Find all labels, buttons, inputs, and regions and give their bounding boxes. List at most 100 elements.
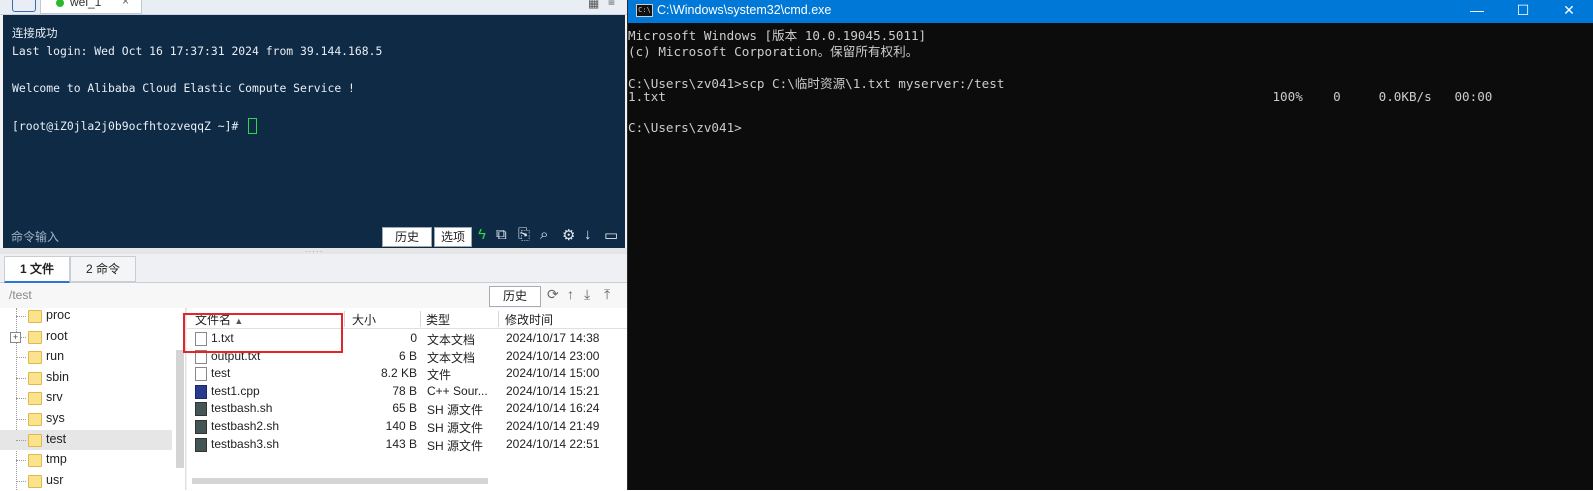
tree-item-label: sbin [46, 369, 69, 384]
file-name: testbash2.sh [211, 419, 280, 433]
tree-item-label: test [46, 431, 67, 446]
file-size: 8.2 KB [380, 366, 417, 381]
shell-file-icon [195, 402, 207, 417]
tree-scrollbar[interactable] [176, 350, 184, 468]
column-divider[interactable] [498, 311, 499, 327]
history-button[interactable]: 历史 [382, 227, 432, 247]
tab-commands[interactable]: 2 命令 [70, 256, 136, 282]
folder-icon [28, 474, 42, 488]
tree-item-label: usr [46, 472, 64, 487]
fullscreen-icon[interactable]: ▭ [604, 226, 618, 244]
tree-item[interactable]: + root [0, 327, 172, 347]
file-row[interactable]: test 8.2 KB 文件 2024/10/14 15:00 [187, 365, 627, 383]
tree-item[interactable]: run [0, 347, 172, 367]
terminal-output[interactable]: 连接成功 Last login: Wed Oct 16 17:37:31 202… [3, 15, 625, 248]
folder-icon [28, 351, 42, 365]
tree-item[interactable]: sbin [0, 368, 172, 388]
path-input[interactable]: /test [9, 288, 32, 302]
file-size: 65 B [392, 401, 417, 416]
highlight-annotation [183, 313, 343, 353]
folder-icon [28, 433, 42, 447]
file-type: 文本文档 [427, 350, 476, 365]
menu-icon[interactable]: ≡ [608, 0, 615, 9]
file-modified: 2024/10/14 15:00 [506, 366, 600, 381]
paste-icon[interactable]: ⎘ [518, 226, 530, 243]
tree-item-label: srv [46, 390, 63, 405]
console-transfer-progress: 1.txt 100% 0 0.0KB/s 00:00 [628, 89, 1493, 104]
file-modified: 2024/10/14 16:24 [506, 401, 600, 416]
folder-icon [28, 330, 42, 344]
copy-icon[interactable]: ⧉ [496, 226, 507, 243]
tree-item[interactable]: proc [0, 306, 172, 326]
tree-item-label: root [46, 328, 68, 343]
cmd-console-output[interactable]: Microsoft Windows [版本 10.0.19045.5011] (… [628, 23, 1593, 490]
tree-item[interactable]: usr [0, 471, 172, 491]
session-tab-label[interactable]: wei_1 [70, 0, 101, 9]
shell-file-icon [195, 420, 207, 434]
column-divider[interactable] [344, 311, 345, 327]
column-header-size[interactable]: 大小 [352, 311, 376, 328]
file-type: SH 源文件 [427, 403, 484, 418]
path-history-button[interactable]: 历史 [489, 286, 541, 307]
file-row[interactable]: testbash.sh 65 B SH 源文件 2024/10/14 16:24 [187, 400, 627, 418]
cpp-file-icon [195, 384, 207, 399]
tree-connector [16, 419, 26, 420]
tree-item[interactable]: tmp [0, 450, 172, 470]
file-type: C++ Sour... [427, 383, 488, 398]
file-name: test1.cpp [211, 383, 260, 398]
column-header-modified[interactable]: 修改时间 [505, 311, 553, 328]
close-window-button[interactable]: ✕ [1546, 0, 1592, 23]
tree-item[interactable]: srv [0, 388, 172, 408]
folder-icon [28, 454, 42, 468]
tree-connector [16, 480, 26, 482]
tree-item[interactable]: test [0, 429, 172, 450]
refresh-icon[interactable]: ⟳ [547, 286, 559, 303]
command-input-bar[interactable] [3, 226, 625, 248]
file-name: testbash3.sh [211, 436, 280, 451]
upload-icon[interactable]: ⤒ [604, 286, 610, 303]
folder-icon [28, 413, 42, 426]
file-modified: 2024/10/14 21:49 [506, 419, 600, 433]
layout-grid-icon[interactable]: ▦ [588, 0, 599, 10]
file-type: 文本文档 [427, 333, 476, 347]
terminal-line: Welcome to Alibaba Cloud Elastic Compute… [12, 81, 355, 95]
file-row[interactable]: testbash2.sh 140 B SH 源文件 2024/10/14 21:49 [187, 418, 627, 436]
file-modified: 2024/10/14 23:00 [506, 348, 600, 363]
tab-files[interactable]: 1 文件 [4, 256, 70, 283]
folder-icon [28, 310, 42, 323]
tree-connector [16, 377, 26, 379]
minimize-button[interactable]: — [1454, 0, 1500, 23]
console-line: (c) Microsoft Corporation。保留所有权利。 [628, 44, 919, 59]
expand-icon[interactable]: + [10, 331, 21, 343]
tree-connector [16, 460, 26, 462]
file-size: 0 [410, 331, 417, 345]
up-directory-icon[interactable]: ↑ [567, 286, 574, 302]
file-size: 78 B [392, 383, 417, 398]
file-row[interactable]: testbash3.sh 143 B SH 源文件 2024/10/14 22:51 [187, 436, 627, 454]
command-input-placeholder[interactable]: 命令输入 [11, 228, 59, 245]
tree-connector [16, 439, 26, 441]
shell-file-icon [195, 437, 207, 452]
maximize-button[interactable]: ☐ [1500, 0, 1546, 23]
cmd-window-title: C:\Windows\system32\cmd.exe [657, 3, 832, 17]
download-icon[interactable]: ⤓ [584, 286, 590, 303]
file-icon [195, 367, 207, 382]
lightning-icon[interactable]: ϟ [478, 226, 486, 243]
close-tab-icon[interactable]: × [122, 0, 129, 8]
file-row[interactable]: test1.cpp 78 B C++ Sour... 2024/10/14 15:21 [187, 383, 627, 401]
tree-item[interactable]: sys [0, 409, 172, 429]
search-icon[interactable]: ⌕ [540, 226, 548, 243]
terminal-cursor [248, 118, 257, 134]
tree-connector [16, 316, 26, 317]
column-divider[interactable] [420, 311, 421, 327]
tree-item-label: proc [46, 308, 71, 322]
terminal-line: Last login: Wed Oct 16 17:37:31 2024 fro… [12, 44, 383, 58]
file-modified: 2024/10/14 22:51 [506, 436, 600, 451]
gear-icon[interactable]: ⚙ [562, 226, 575, 244]
file-type: 文件 [427, 368, 452, 383]
column-header-type[interactable]: 类型 [426, 311, 450, 328]
terminal-prompt: [root@iZ0jla2j0b9ocfhtozveqqZ ~]# [12, 119, 246, 133]
file-list-horizontal-scrollbar[interactable] [192, 478, 488, 484]
options-button[interactable]: 选项 [434, 227, 472, 247]
scroll-down-icon[interactable]: ↓ [584, 226, 592, 243]
